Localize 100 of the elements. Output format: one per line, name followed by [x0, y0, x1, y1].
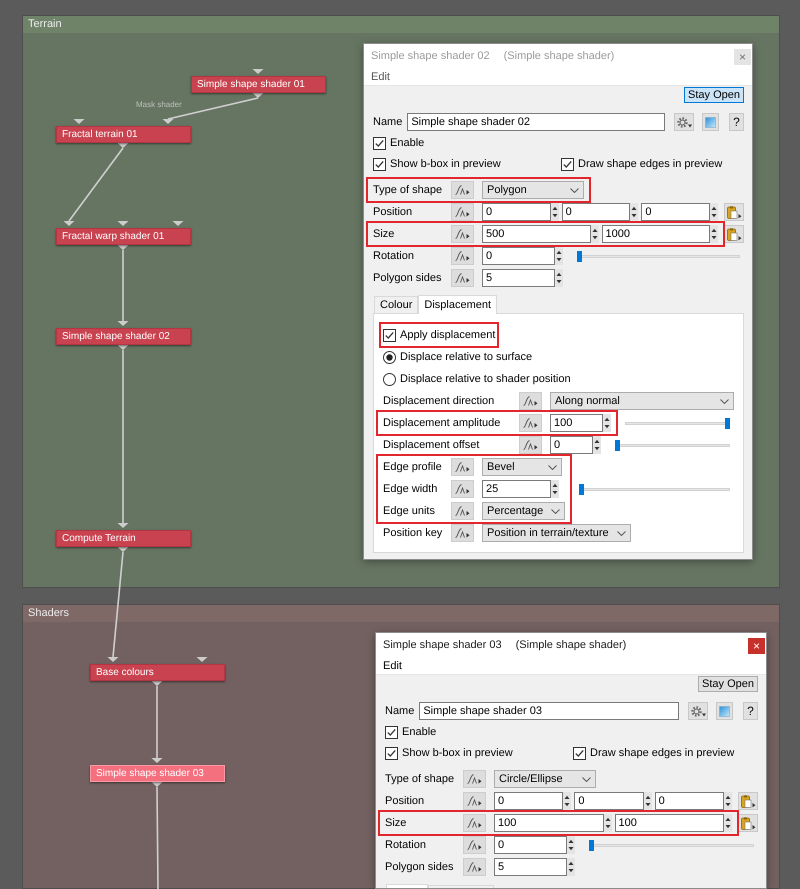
function-menu-button[interactable] [451, 458, 474, 476]
help-button[interactable]: ? [729, 113, 744, 131]
paste-button[interactable] [724, 225, 744, 243]
paste-button[interactable] [724, 203, 744, 221]
function-menu-button[interactable] [519, 414, 542, 432]
name-field[interactable]: Simple shape shader 03 [419, 702, 679, 720]
number-field[interactable]: 100 [614, 814, 724, 832]
input-port-icon[interactable] [74, 119, 84, 124]
settings-button[interactable] [674, 113, 694, 131]
number-field[interactable]: 0 [550, 436, 593, 454]
close-button[interactable]: × [734, 48, 751, 64]
checkbox-icon[interactable] [561, 158, 574, 170]
checkbox-icon[interactable] [385, 726, 398, 738]
spin-arrows-icon[interactable] [567, 858, 575, 876]
dropdown[interactable]: Percentage [482, 502, 566, 520]
function-menu-button[interactable] [519, 436, 542, 454]
dropdown[interactable]: Position in terrain/texture [482, 524, 631, 542]
number-field[interactable]: 0 [562, 203, 630, 221]
input-port-icon[interactable] [152, 758, 162, 763]
input-port-icon[interactable] [252, 69, 264, 74]
radio-icon[interactable] [383, 350, 396, 364]
checkbox-icon[interactable] [573, 746, 586, 760]
checkbox-icon[interactable] [373, 158, 386, 170]
number-field[interactable]: 0 [641, 203, 710, 221]
number-field[interactable]: 100 [550, 414, 603, 432]
help-button[interactable]: ? [743, 702, 758, 720]
radio-button[interactable]: Displace relative to shader position [383, 371, 571, 387]
dropdown[interactable]: Polygon [482, 181, 584, 199]
slider-thumb[interactable] [579, 484, 584, 494]
graph-node[interactable]: Base colours [90, 664, 225, 681]
checkbox[interactable]: Show b-box in preview [373, 156, 501, 172]
tab[interactable]: Colour [374, 296, 418, 313]
number-field[interactable]: 0 [494, 836, 567, 854]
number-field[interactable]: 500 [482, 225, 590, 243]
slider-thumb[interactable] [589, 840, 594, 850]
checkbox[interactable]: Draw shape edges in preview [573, 745, 734, 761]
settings-button[interactable] [688, 702, 708, 720]
number-field[interactable]: 5 [482, 269, 555, 287]
spin-arrows-icon[interactable] [710, 225, 718, 243]
paste-button[interactable] [738, 792, 758, 810]
graph-node[interactable]: Compute Terrain [56, 530, 191, 547]
slider-thumb[interactable] [577, 250, 582, 262]
number-field[interactable]: 5 [494, 858, 567, 876]
function-menu-button[interactable] [463, 770, 486, 788]
checkbox-icon[interactable] [383, 328, 396, 342]
checkbox[interactable]: Draw shape edges in preview [561, 156, 722, 172]
radio-button[interactable]: Displace relative to surface [383, 349, 532, 365]
function-menu-button[interactable] [451, 269, 474, 287]
spin-arrows-icon[interactable] [593, 436, 601, 454]
input-port-icon[interactable] [196, 657, 208, 662]
stay-open-button[interactable]: Stay Open [684, 87, 744, 103]
function-menu-button[interactable] [463, 792, 486, 810]
spin-arrows-icon[interactable] [563, 792, 572, 810]
function-menu-button[interactable] [463, 858, 486, 876]
function-menu-button[interactable] [451, 524, 474, 542]
checkbox[interactable]: Enable [373, 135, 424, 151]
menu-item[interactable]: Edit [378, 660, 407, 672]
stay-open-button[interactable]: Stay Open [698, 676, 758, 692]
spin-arrows-icon[interactable] [630, 203, 638, 221]
slider-track[interactable] [589, 840, 754, 850]
number-field[interactable]: 100 [494, 814, 604, 832]
spin-arrows-icon[interactable] [603, 414, 611, 432]
function-menu-button[interactable] [451, 480, 474, 498]
input-port-icon[interactable] [108, 657, 118, 662]
spin-arrows-icon[interactable] [555, 269, 563, 287]
number-field[interactable]: 0 [654, 792, 724, 810]
function-menu-button[interactable] [463, 814, 486, 832]
function-menu-button[interactable] [451, 502, 474, 520]
radio-icon[interactable] [383, 372, 396, 386]
function-menu-button[interactable] [451, 203, 474, 221]
number-field[interactable]: 0 [482, 203, 551, 221]
close-button[interactable]: × [748, 638, 765, 654]
checkbox[interactable]: Enable [385, 724, 436, 740]
number-field[interactable]: 0 [574, 792, 644, 810]
input-port-icon[interactable] [118, 221, 128, 226]
slider-track[interactable] [579, 484, 730, 494]
function-menu-button[interactable] [451, 247, 474, 265]
slider-thumb[interactable] [615, 440, 620, 450]
checkbox[interactable]: Show b-box in preview [385, 745, 513, 761]
menu-item[interactable]: Edit [366, 72, 395, 82]
tab[interactable]: Displacement [418, 295, 498, 314]
checkbox[interactable]: Apply displacement [383, 327, 496, 343]
graph-node[interactable]: Fractal warp shader 01 [56, 228, 191, 245]
input-port-icon[interactable] [118, 321, 128, 326]
dropdown[interactable]: Along normal [550, 392, 734, 410]
function-menu-button[interactable] [451, 225, 474, 243]
dropdown[interactable]: Bevel [482, 458, 562, 476]
slider-track[interactable] [577, 250, 740, 262]
spin-arrows-icon[interactable] [551, 480, 559, 498]
slider-thumb[interactable] [725, 418, 730, 428]
checkbox-icon[interactable] [385, 746, 398, 760]
name-field[interactable]: Simple shape shader 02 [407, 113, 665, 131]
number-field[interactable]: 0 [494, 792, 564, 810]
function-menu-button[interactable] [451, 181, 474, 199]
graph-node[interactable]: Simple shape shader 01 [191, 76, 326, 93]
slider-track[interactable] [625, 418, 730, 428]
input-port-icon[interactable] [172, 221, 184, 226]
input-port-icon[interactable] [162, 119, 174, 124]
number-field[interactable]: 0 [482, 247, 555, 265]
number-field[interactable]: 1000 [602, 225, 710, 243]
